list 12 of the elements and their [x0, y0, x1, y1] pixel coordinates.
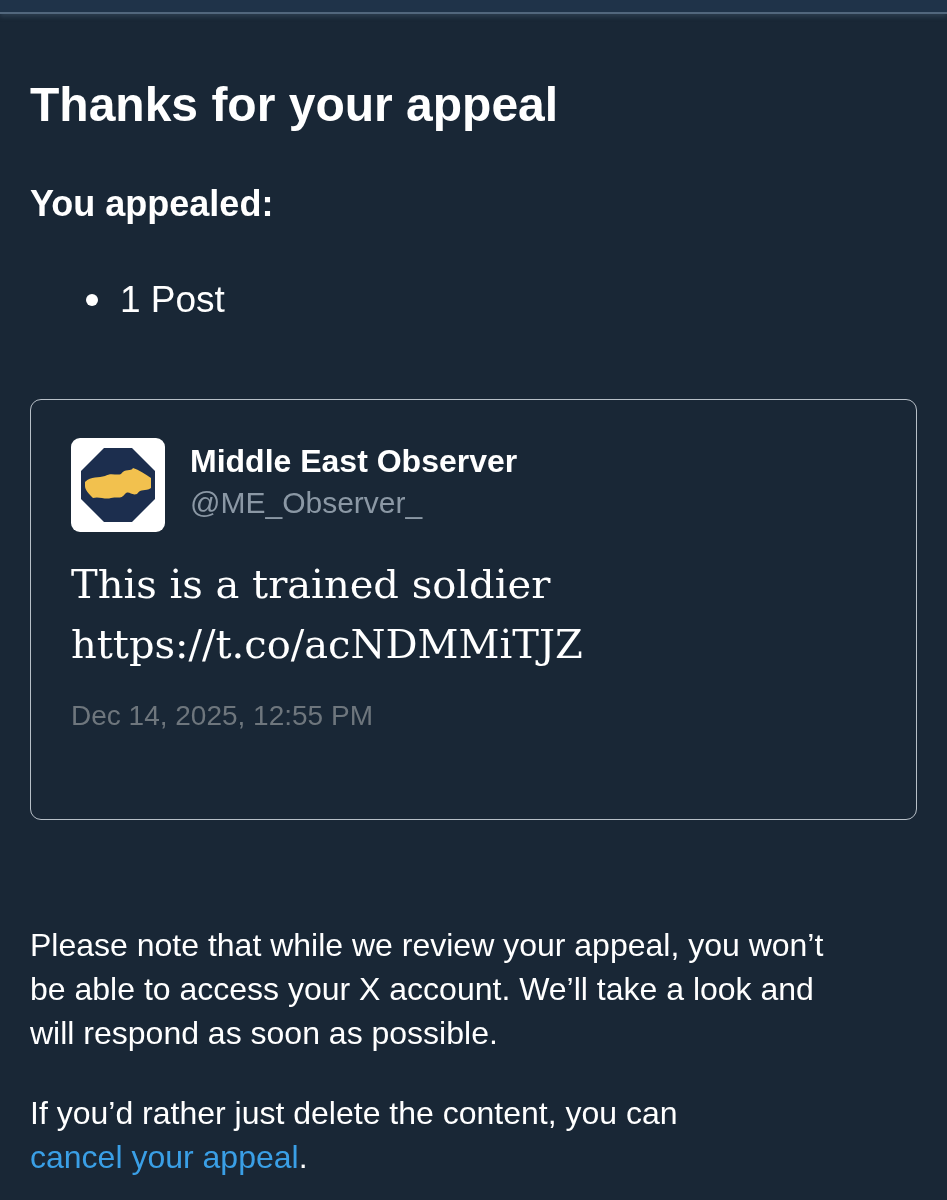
bullet-icon	[86, 294, 98, 306]
note-text: If you’d rather just delete the content, you can cancel your appeal.	[30, 1094, 679, 1177]
cancel-appeal-link[interactable]: cancel your appeal	[30, 1139, 299, 1175]
page-title: Thanks for your appeal	[30, 77, 560, 133]
post-text: This is a trained soldier https://t.co/acNDMMiTJZ	[71, 560, 584, 669]
author-name: Middle East Observer	[190, 442, 518, 481]
section-heading: You appealed:	[30, 182, 275, 225]
octagon-logo-icon	[71, 438, 165, 532]
post-timestamp: Dec 14, 2025, 12:55 PM	[71, 699, 374, 733]
appealed-item-text: 1 Post	[120, 278, 225, 322]
author-handle: @ME_Observer_	[190, 485, 424, 521]
note-text: Please note that while we review your appeal, you won’t be able to access your X account. We’ll take a look and will respond as soon as possible.	[30, 926, 825, 1053]
